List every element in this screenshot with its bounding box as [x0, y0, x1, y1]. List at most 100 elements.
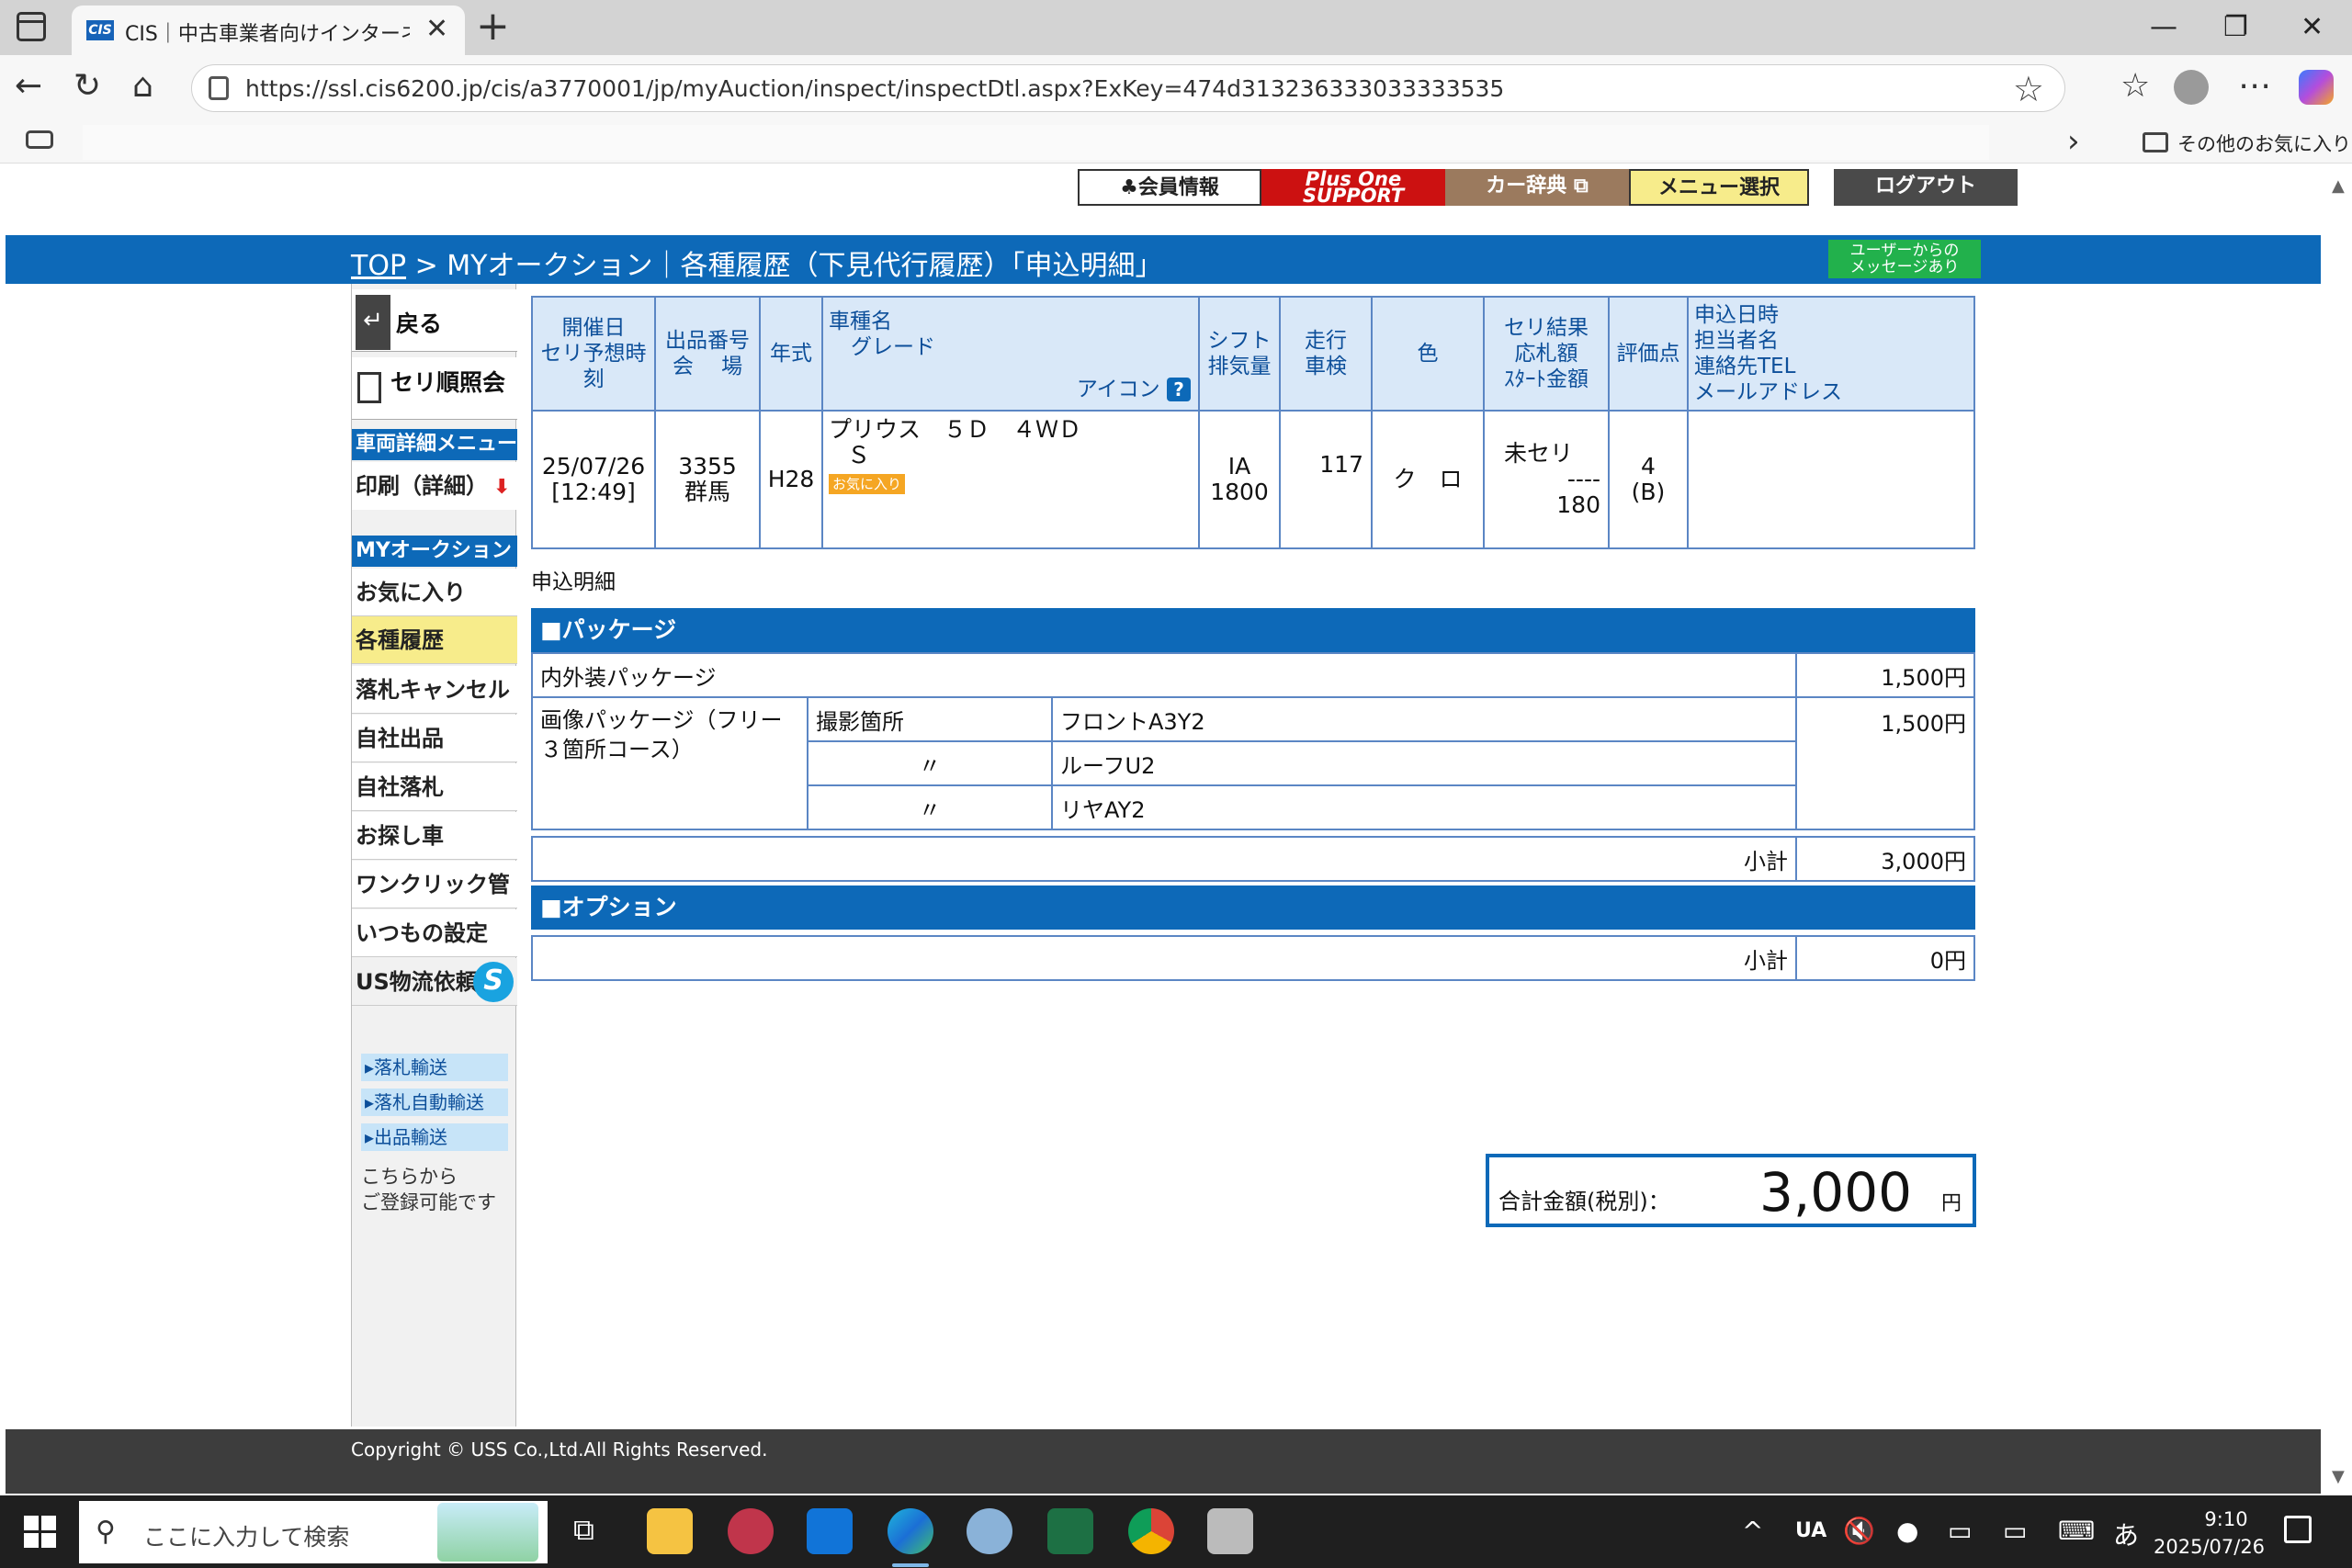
th-date: 開催日 セリ予想時刻: [531, 296, 656, 412]
logout-button[interactable]: ログアウト: [1834, 169, 2018, 206]
windows-start-icon[interactable]: [24, 1516, 57, 1549]
th-date-line2: セリ予想時刻: [540, 342, 647, 391]
edge-icon[interactable]: [888, 1508, 933, 1554]
clock-time[interactable]: 9:10: [2185, 1508, 2267, 1530]
th-result-line1: セリ結果: [1504, 316, 1589, 340]
print-detail-link[interactable]: 印刷（詳細） ⬇: [352, 462, 517, 510]
scrollbar[interactable]: ▲ ▼: [2328, 164, 2352, 1495]
printer-icon[interactable]: [1207, 1508, 1253, 1554]
restore-icon[interactable]: ❐: [2223, 6, 2248, 50]
sidebar-item-own-listing[interactable]: 自社出品: [352, 715, 517, 762]
close-icon[interactable]: ✕: [2301, 6, 2324, 50]
reading-icon[interactable]: [26, 130, 53, 149]
th-name: 車種名 グレード アイコン ?: [821, 296, 1200, 412]
excel-icon[interactable]: [1047, 1508, 1093, 1554]
plus-one-support-button[interactable]: Plus One SUPPORT: [1261, 169, 1445, 206]
sidebar-item-own-winning[interactable]: 自社落札: [352, 763, 517, 811]
ua-icon[interactable]: UA: [1795, 1519, 1826, 1542]
chevron-up-icon[interactable]: ^: [1742, 1516, 1763, 1546]
sidebar-item-us-logistics[interactable]: US物流依頼 S: [352, 958, 517, 1006]
favorites-other[interactable]: その他のお気に入り: [2177, 130, 2351, 157]
tab-favicon-icon: CIS: [86, 20, 114, 40]
battery-icon[interactable]: ▭: [2003, 1516, 2027, 1546]
minimize-icon[interactable]: —: [2150, 6, 2177, 50]
sidebar-item-search-car[interactable]: お探し車: [352, 812, 517, 860]
file-explorer-icon[interactable]: [647, 1508, 693, 1554]
table-header-row: 開催日 セリ予想時刻 出品番号会 場 年式 車種名 グレード アイコン ? シフト…: [531, 296, 1975, 412]
sublink-winning-transport[interactable]: ▸落札輸送: [361, 1054, 508, 1081]
new-tab-button[interactable]: +: [476, 4, 510, 50]
app-icon[interactable]: [728, 1508, 774, 1554]
total-value: 3,000: [1758, 1161, 1912, 1224]
th-mileage: 走行 車検: [1279, 296, 1373, 412]
favorites-strip: [83, 125, 1989, 160]
folder-icon[interactable]: [2143, 132, 2168, 152]
favorites-icon[interactable]: ☆: [2120, 66, 2150, 107]
sublink-winning-transport-label: 落札輸送: [374, 1056, 448, 1078]
ditto-mark: 〃: [807, 740, 1053, 786]
image-package-price: 1,500円: [1795, 696, 1975, 830]
chevron-right-icon[interactable]: ›: [2067, 123, 2080, 160]
table-row: 画像パッケージ（フリー３箇所コース） 撮影箇所 フロントA3Y2 1,500円: [531, 696, 1975, 830]
th-lot: 出品番号会 場: [654, 296, 761, 412]
th-mileage-line1: 走行: [1305, 329, 1347, 353]
seri-order-button[interactable]: セリ順照会: [352, 357, 517, 420]
more-icon[interactable]: ⋯: [2238, 66, 2271, 107]
lock-icon[interactable]: [209, 76, 229, 100]
interior-exterior-price: 1,500円: [1795, 652, 1975, 698]
th-icon-label: アイコン: [1076, 378, 1160, 401]
chrome-icon[interactable]: [1128, 1508, 1174, 1554]
th-result-line2: 応札額: [1514, 342, 1578, 366]
help-icon[interactable]: ?: [1167, 378, 1191, 401]
paint-icon[interactable]: [967, 1508, 1012, 1554]
user-message-badge[interactable]: ユーザーからの メッセージあり: [1828, 240, 1981, 278]
volume-muted-icon[interactable]: 🔇: [1843, 1516, 1875, 1546]
browser-tab[interactable]: CIS CIS｜中古車業者向けインターネット ✕: [72, 6, 465, 55]
tab-actions-icon[interactable]: [17, 12, 46, 41]
scroll-down-icon[interactable]: ▼: [2332, 1467, 2345, 1486]
copilot-icon[interactable]: [2299, 70, 2334, 105]
sidebar-item-favorites[interactable]: お気に入り: [352, 569, 517, 616]
taskbar-search[interactable]: ⚲ ここに入力して検索: [79, 1501, 548, 1563]
url-text[interactable]: https://ssl.cis6200.jp/cis/a3770001/jp/m…: [245, 75, 1504, 102]
sublink-listing-transport[interactable]: ▸出品輸送: [361, 1123, 508, 1151]
back-arrow-icon[interactable]: ←: [15, 68, 42, 105]
sidebar-item-cancel[interactable]: 落札キャンセル: [352, 666, 517, 714]
th-shift-line1: シフト: [1207, 329, 1272, 353]
sidebar-item-history[interactable]: 各種履歴: [352, 616, 517, 664]
sublink-auto-transport[interactable]: ▸落札自動輸送: [361, 1089, 508, 1116]
th-date-line1: 開催日: [561, 316, 626, 340]
menu-select-button[interactable]: メニュー選択: [1629, 169, 1809, 206]
shoot-value-3: リヤAY2: [1051, 784, 1797, 830]
url-field[interactable]: https://ssl.cis6200.jp/cis/a3770001/jp/m…: [191, 64, 2065, 112]
sidebar: ↵ 戻る セリ順照会 車両詳細メニュー 印刷（詳細） ⬇ MYオークション お気に…: [351, 284, 517, 1427]
notification-icon[interactable]: [2284, 1516, 2312, 1543]
cell-mileage: 117: [1279, 410, 1373, 549]
refresh-icon[interactable]: ↻: [74, 68, 101, 105]
cell-apply: [1687, 410, 1975, 549]
sidebar-item-oneclick[interactable]: ワンクリック管理: [352, 861, 517, 945]
breadcrumb-top-link[interactable]: TOP: [351, 250, 406, 282]
clock-date[interactable]: 2025/07/26: [2154, 1536, 2265, 1558]
keyboard-icon[interactable]: ⌨: [2058, 1516, 2095, 1546]
tray-app-icon[interactable]: ●: [1896, 1516, 1918, 1546]
outlook-icon[interactable]: [807, 1508, 853, 1554]
star-icon[interactable]: ☆: [2013, 69, 2044, 109]
sidebar-item-settings[interactable]: いつもの設定: [352, 909, 517, 957]
tab-close-icon[interactable]: ✕: [425, 13, 448, 45]
cell-score-value: 4: [1641, 453, 1656, 479]
profile-icon[interactable]: [2174, 70, 2209, 105]
ime-indicator[interactable]: あ: [2113, 1516, 2139, 1552]
cell-score: 4 (B): [1608, 410, 1689, 549]
task-view-icon[interactable]: ⧉: [573, 1512, 594, 1548]
th-apply-line2: 担当者名: [1694, 329, 1779, 353]
car-dictionary-button[interactable]: カー辞典 ⧉: [1445, 169, 1629, 206]
scroll-up-icon[interactable]: ▲: [2332, 176, 2345, 196]
home-icon[interactable]: ⌂: [132, 68, 153, 105]
cell-date: 25/07/26 [12:49]: [531, 410, 656, 549]
address-bar: ← ↻ ⌂ https://ssl.cis6200.jp/cis/a377000…: [0, 55, 2352, 121]
back-button[interactable]: ↵ 戻る: [352, 289, 517, 352]
title-bar: TOP > MYオークション｜各種履歴（下見代行履歴）「申込明細」 ユーザーから…: [6, 235, 2321, 284]
member-info-button[interactable]: ♣会員情報: [1078, 169, 1261, 206]
network-icon[interactable]: ▭: [1948, 1516, 1972, 1546]
